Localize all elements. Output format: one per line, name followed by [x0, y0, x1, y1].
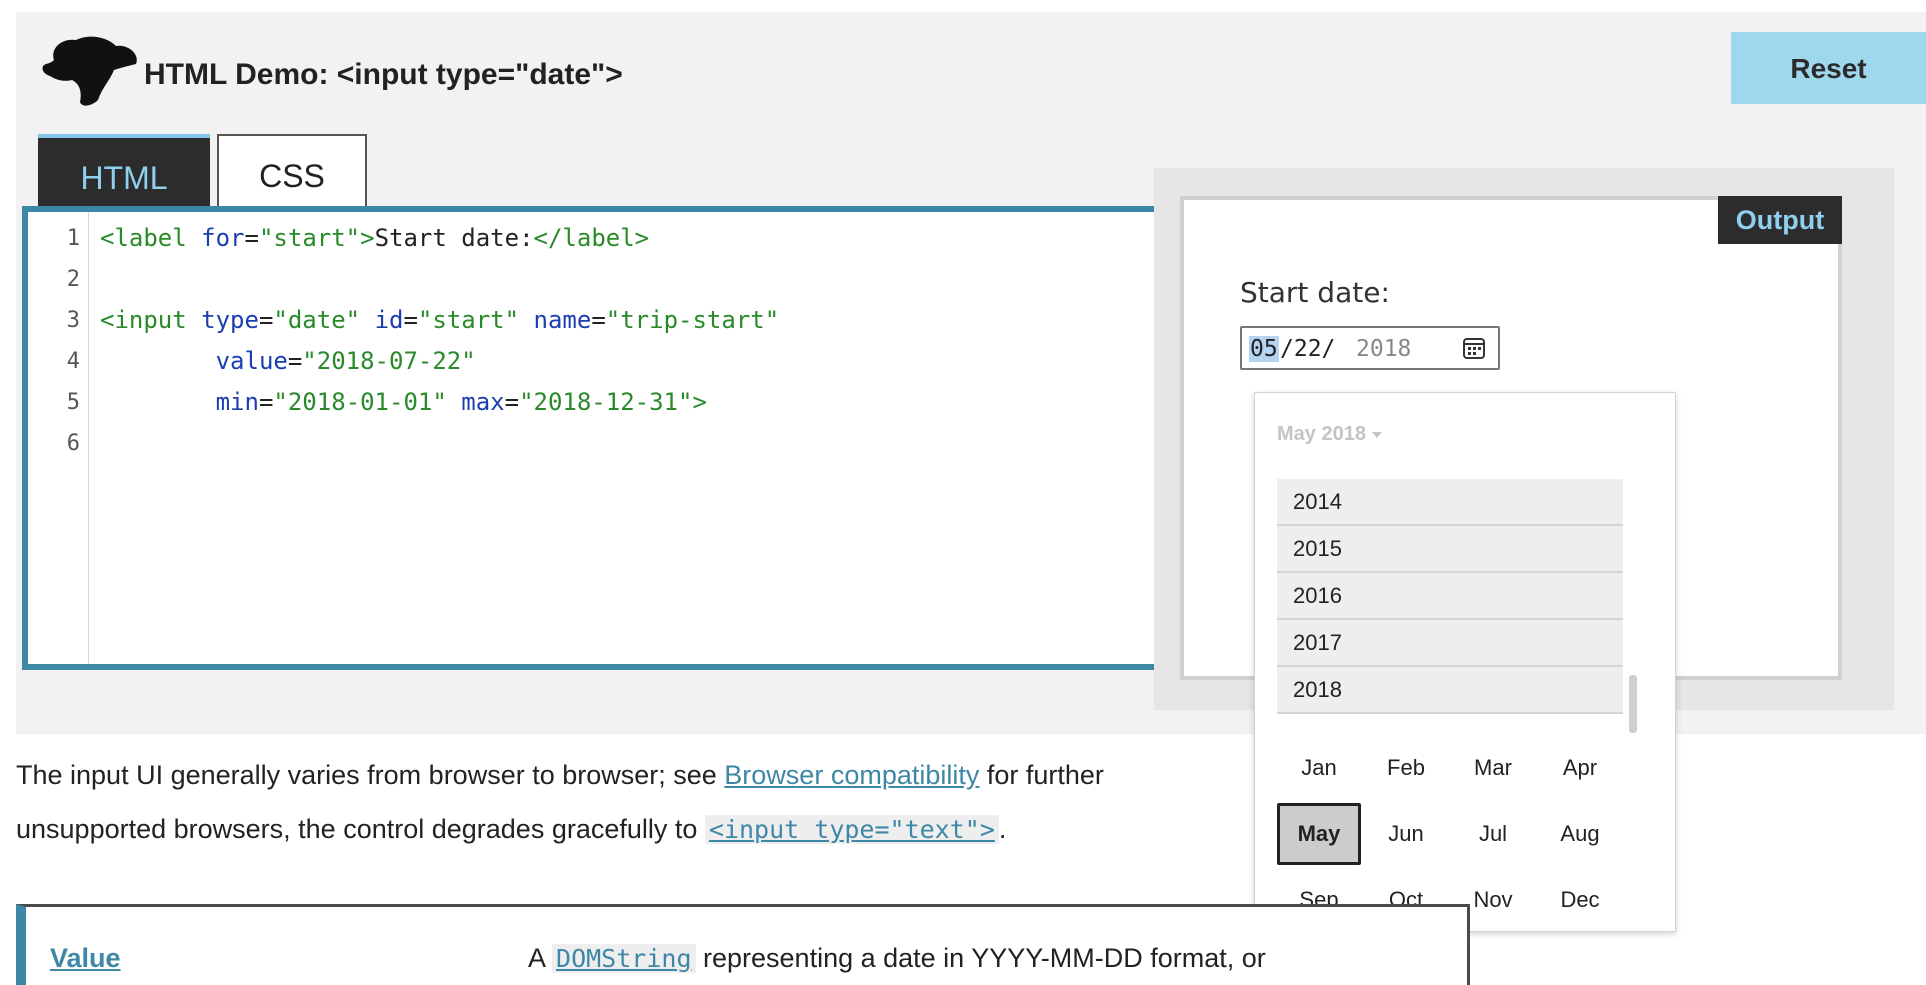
date-picker-popup: May 2018 2014 2015 2016 2017 2018 Jan Fe…	[1254, 392, 1676, 932]
month-option[interactable]: Aug	[1538, 803, 1622, 865]
value-description: A DOMString representing a date in YYYY-…	[528, 943, 1266, 974]
code-token: <input	[100, 306, 187, 334]
month-year-dropdown[interactable]: May 2018	[1277, 423, 1382, 446]
code-editor[interactable]: 1 2 3 4 5 6 <label for="start">Start dat…	[22, 206, 1170, 670]
code-token: value	[215, 347, 288, 375]
domstring-link[interactable]: DOMString	[552, 944, 696, 973]
month-option[interactable]: Feb	[1364, 737, 1448, 799]
month-option[interactable]: Apr	[1538, 737, 1622, 799]
code-token: "2018-07-22"	[302, 347, 476, 375]
code-line-3: <input type="date" id="start" name="trip…	[100, 306, 779, 334]
line-number: 5	[66, 390, 80, 415]
code-token: <label	[100, 224, 187, 252]
dinosaur-head-icon	[42, 36, 137, 106]
code-token: </label>	[533, 224, 650, 252]
description-text: for further	[979, 760, 1104, 790]
browser-compatibility-link[interactable]: Browser compatibility	[724, 760, 979, 790]
month-option[interactable]: Mar	[1451, 737, 1535, 799]
code-token: =	[258, 388, 274, 416]
caret-down-icon	[1371, 431, 1382, 438]
month-year-label: May 2018	[1277, 423, 1366, 445]
code-token: >	[692, 388, 707, 416]
value-link[interactable]: Value	[50, 943, 121, 974]
line-number: 3	[66, 308, 80, 333]
code-token: min	[215, 388, 259, 416]
code-token: "start"	[417, 306, 520, 334]
line-number-gutter: 1 2 3 4 5 6	[28, 212, 89, 664]
month-option[interactable]: Dec	[1538, 869, 1622, 931]
year-segment[interactable]: 2018	[1356, 336, 1411, 362]
code-token: "2018-12-31"	[519, 388, 693, 416]
code-token: =	[504, 388, 520, 416]
code-token: =	[403, 306, 418, 334]
code-token: type	[201, 306, 259, 334]
input-type-text-link[interactable]: <input type="text">	[704, 815, 999, 844]
start-date-label: Start date:	[1240, 276, 1390, 309]
year-option[interactable]: 2016	[1277, 573, 1623, 620]
line-number: 6	[66, 431, 80, 456]
year-option[interactable]: 2015	[1277, 526, 1623, 573]
year-option[interactable]: 2017	[1277, 620, 1623, 667]
code-token: =	[244, 224, 259, 252]
date-input[interactable]: 05 /22/ 2018	[1240, 326, 1500, 370]
code-token: =	[591, 306, 606, 334]
code-line-4: value="2018-07-22"	[100, 347, 476, 375]
year-option[interactable]: 2014	[1277, 479, 1623, 526]
description-text: unsupported browsers, the control degrad…	[16, 814, 705, 844]
month-option[interactable]: Jun	[1364, 803, 1448, 865]
line-number: 4	[66, 349, 80, 374]
year-list-scrollbar[interactable]	[1629, 675, 1637, 733]
line-number: 2	[66, 267, 80, 292]
description-line-2: unsupported browsers, the control degrad…	[16, 814, 1006, 845]
code-token: =	[287, 347, 303, 375]
code-token: >	[360, 224, 375, 252]
description-line-1: The input UI generally varies from brows…	[16, 760, 1104, 791]
code-token: Start date:	[374, 224, 534, 252]
month-option-selected[interactable]: May	[1277, 803, 1361, 865]
year-option[interactable]: 2018	[1277, 667, 1623, 714]
code-line-5: min="2018-01-01" max="2018-12-31">	[100, 388, 707, 416]
code-token: name	[533, 306, 592, 334]
code-token: "trip-start"	[605, 306, 780, 334]
code-token: "start"	[258, 224, 361, 252]
year-list: 2014 2015 2016 2017 2018	[1277, 479, 1623, 714]
output-badge: Output	[1718, 196, 1842, 244]
day-segment[interactable]: /22/	[1280, 336, 1335, 362]
line-number: 1	[66, 226, 80, 251]
value-description-text: A	[528, 943, 553, 973]
code-token: for	[201, 224, 245, 252]
value-description-text: representing a date in YYYY-MM-DD format…	[695, 943, 1266, 973]
code-token: "date"	[273, 306, 361, 334]
code-line-1: <label for="start">Start date:</label>	[100, 224, 649, 252]
code-token: max	[461, 388, 505, 416]
reset-button[interactable]: Reset	[1731, 32, 1926, 104]
code-token: id	[374, 306, 404, 334]
month-segment[interactable]: 05	[1249, 336, 1279, 362]
month-option[interactable]: Jan	[1277, 737, 1361, 799]
demo-title: HTML Demo: <input type="date">	[144, 58, 623, 91]
description-text: The input UI generally varies from brows…	[16, 760, 725, 790]
calendar-icon[interactable]	[1462, 336, 1486, 360]
description-text: .	[998, 814, 1007, 844]
code-token: "2018-01-01"	[273, 388, 447, 416]
month-option[interactable]: Jul	[1451, 803, 1535, 865]
properties-table: Value A DOMString representing a date in…	[16, 904, 1470, 985]
code-token: =	[258, 306, 274, 334]
